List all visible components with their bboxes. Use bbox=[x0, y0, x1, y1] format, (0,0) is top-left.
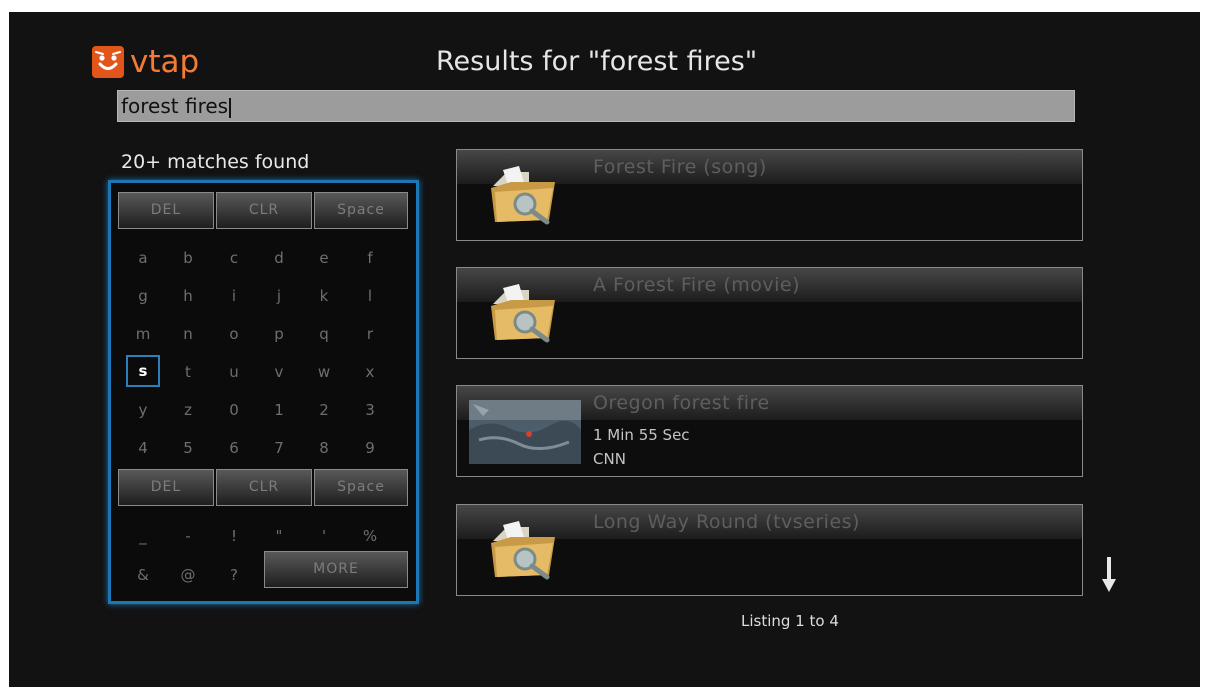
listing-status: Listing 1 to 4 bbox=[741, 612, 839, 630]
folder-search-icon bbox=[489, 282, 559, 348]
key-x[interactable]: x bbox=[350, 357, 390, 387]
smiley-face-icon bbox=[92, 46, 124, 78]
key-o[interactable]: o bbox=[214, 319, 254, 349]
folder-search-icon bbox=[489, 164, 559, 230]
key-del-2[interactable]: DEL bbox=[118, 469, 214, 506]
key-question[interactable]: ? bbox=[214, 560, 254, 590]
key-g[interactable]: g bbox=[123, 281, 163, 311]
key-n[interactable]: n bbox=[168, 319, 208, 349]
key-6[interactable]: 6 bbox=[214, 433, 254, 463]
key-percent[interactable]: % bbox=[350, 521, 390, 551]
key-i[interactable]: i bbox=[214, 281, 254, 311]
key-y[interactable]: y bbox=[123, 395, 163, 425]
key-0[interactable]: 0 bbox=[214, 395, 254, 425]
key-space[interactable]: Space bbox=[314, 192, 408, 229]
result-source: CNN bbox=[593, 450, 626, 468]
key-k[interactable]: k bbox=[304, 281, 344, 311]
arrow-down-icon[interactable] bbox=[1099, 555, 1119, 599]
logo-text: vtap bbox=[130, 44, 200, 80]
key-w[interactable]: w bbox=[304, 357, 344, 387]
search-query: forest fires bbox=[121, 94, 229, 118]
key-u[interactable]: u bbox=[214, 357, 254, 387]
onscreen-keyboard: DEL CLR Space a b c d e f g h i j k l m … bbox=[108, 180, 419, 604]
key-m[interactable]: m bbox=[123, 319, 163, 349]
result-title: Forest Fire (song) bbox=[593, 156, 767, 178]
page-title: Results for "forest fires" bbox=[436, 46, 758, 77]
key-underscore[interactable]: _ bbox=[123, 521, 163, 551]
key-del[interactable]: DEL bbox=[118, 192, 214, 229]
key-9[interactable]: 9 bbox=[350, 433, 390, 463]
key-clr-2[interactable]: CLR bbox=[216, 469, 312, 506]
key-f[interactable]: f bbox=[350, 243, 390, 273]
result-title: Long Way Round (tvseries) bbox=[593, 511, 860, 533]
key-q[interactable]: q bbox=[304, 319, 344, 349]
vtap-logo: vtap bbox=[92, 44, 199, 80]
key-dash[interactable]: - bbox=[168, 521, 208, 551]
key-z[interactable]: z bbox=[168, 395, 208, 425]
result-item-2[interactable]: A Forest Fire (movie) bbox=[456, 267, 1083, 359]
key-7[interactable]: 7 bbox=[259, 433, 299, 463]
text-cursor bbox=[229, 97, 232, 118]
key-j[interactable]: j bbox=[259, 281, 299, 311]
key-s-selected[interactable]: s bbox=[126, 355, 160, 387]
key-3[interactable]: 3 bbox=[350, 395, 390, 425]
folder-search-icon bbox=[489, 519, 559, 585]
key-t[interactable]: t bbox=[168, 357, 208, 387]
matches-count: 20+ matches found bbox=[121, 151, 310, 173]
result-item-3[interactable]: Oregon forest fire 1 Min 55 Sec CNN bbox=[456, 385, 1083, 477]
key-space-2[interactable]: Space bbox=[314, 469, 408, 506]
key-8[interactable]: 8 bbox=[304, 433, 344, 463]
key-2[interactable]: 2 bbox=[304, 395, 344, 425]
key-h[interactable]: h bbox=[168, 281, 208, 311]
result-item-4[interactable]: Long Way Round (tvseries) bbox=[456, 504, 1083, 596]
key-4[interactable]: 4 bbox=[123, 433, 163, 463]
key-l[interactable]: l bbox=[350, 281, 390, 311]
result-duration: 1 Min 55 Sec bbox=[593, 426, 690, 444]
key-d[interactable]: d bbox=[259, 243, 299, 273]
key-at[interactable]: @ bbox=[168, 560, 208, 590]
result-title: Oregon forest fire bbox=[593, 392, 770, 414]
key-single-quote[interactable]: ' bbox=[304, 521, 344, 551]
key-1[interactable]: 1 bbox=[259, 395, 299, 425]
key-clr[interactable]: CLR bbox=[216, 192, 312, 229]
key-a[interactable]: a bbox=[123, 243, 163, 273]
key-b[interactable]: b bbox=[168, 243, 208, 273]
search-input[interactable]: forest fires bbox=[117, 90, 1075, 122]
key-v[interactable]: v bbox=[259, 357, 299, 387]
key-ampersand[interactable]: & bbox=[123, 560, 163, 590]
result-item-1[interactable]: Forest Fire (song) bbox=[456, 149, 1083, 241]
video-thumbnail bbox=[469, 400, 581, 464]
key-c[interactable]: c bbox=[214, 243, 254, 273]
key-e[interactable]: e bbox=[304, 243, 344, 273]
key-5[interactable]: 5 bbox=[168, 433, 208, 463]
key-r[interactable]: r bbox=[350, 319, 390, 349]
key-exclamation[interactable]: ! bbox=[214, 521, 254, 551]
result-title: A Forest Fire (movie) bbox=[593, 274, 801, 296]
key-p[interactable]: p bbox=[259, 319, 299, 349]
key-double-quote[interactable]: " bbox=[259, 521, 299, 551]
more-button[interactable]: MORE bbox=[264, 551, 408, 588]
